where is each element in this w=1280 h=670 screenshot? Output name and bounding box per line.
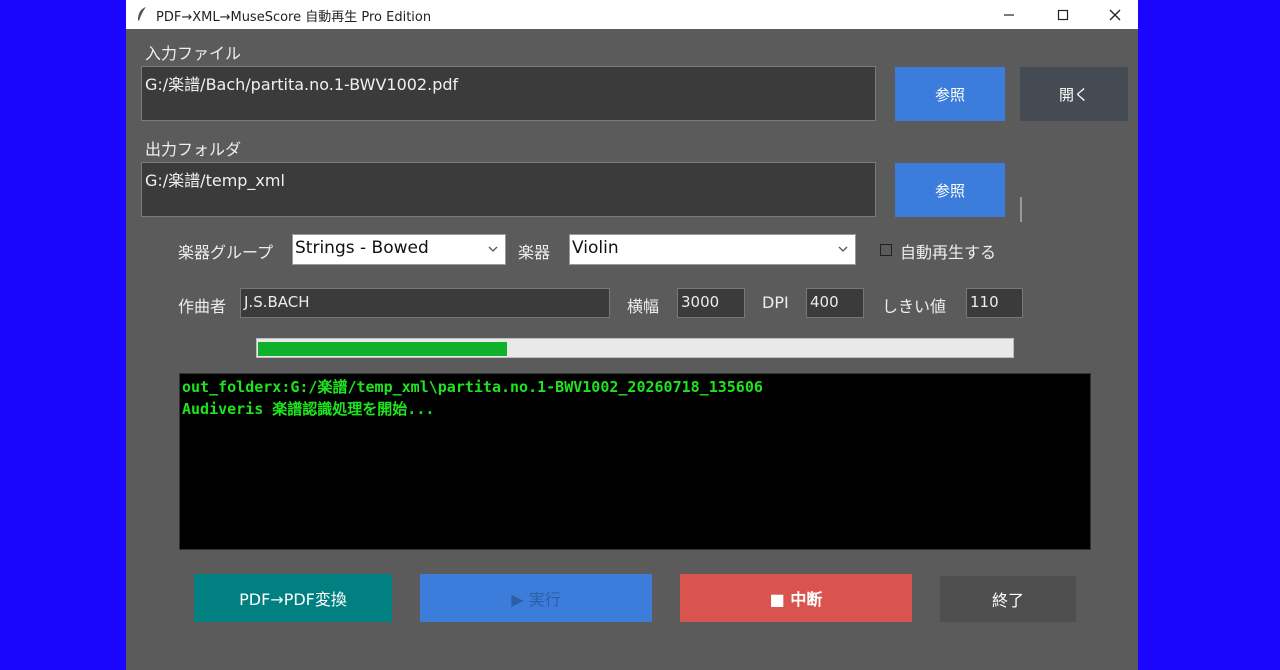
threshold-input[interactable]: 110 — [966, 288, 1023, 318]
close-icon — [1109, 9, 1121, 20]
stop-button[interactable]: ■ 中断 — [680, 574, 912, 622]
minimize-button[interactable] — [986, 0, 1032, 29]
log-console[interactable]: out_folderx:G:/楽譜/temp_xml\partita.no.1-… — [179, 373, 1091, 550]
feather-icon — [136, 6, 148, 22]
pdf-convert-button[interactable]: PDF→PDF変換 — [194, 574, 392, 622]
run-button[interactable]: ▶ 実行 — [420, 574, 652, 622]
width-label: 横幅 — [627, 297, 660, 316]
divider — [1020, 197, 1022, 222]
output-folder-label: 出力フォルダ — [145, 140, 242, 159]
log-line: out_folderx:G:/楽譜/temp_xml\partita.no.1-… — [182, 378, 763, 396]
instrument-label: 楽器 — [518, 243, 551, 262]
dpi-label: DPI — [762, 293, 789, 312]
autoplay-label: 自動再生する — [900, 243, 997, 262]
close-button[interactable] — [1092, 0, 1138, 29]
input-file-field[interactable]: G:/楽譜/Bach/partita.no.1-BWV1002.pdf — [141, 66, 876, 121]
window-title: PDF→XML→MuseScore 自動再生 Pro Edition — [156, 10, 432, 25]
output-folder-field[interactable]: G:/楽譜/temp_xml — [141, 162, 876, 217]
composer-label: 作曲者 — [178, 297, 227, 316]
log-line: Audiveris 楽譜認識処理を開始... — [182, 400, 435, 418]
chevron-down-icon — [838, 246, 848, 252]
progress-bar — [256, 338, 1014, 358]
autoplay-checkbox[interactable] — [880, 244, 892, 256]
output-browse-button[interactable]: 参照 — [895, 163, 1005, 217]
width-input[interactable]: 3000 — [677, 288, 745, 318]
chevron-down-icon — [488, 246, 498, 252]
instrument-select[interactable]: Violin — [569, 234, 856, 265]
composer-input[interactable]: J.S.BACH — [240, 288, 610, 318]
instrument-group-select[interactable]: Strings - Bowed — [292, 234, 506, 265]
open-file-button[interactable]: 開く — [1020, 67, 1128, 121]
progress-fill — [258, 342, 507, 356]
instrument-group-label: 楽器グループ — [178, 243, 274, 262]
minimize-icon — [1004, 13, 1014, 16]
maximize-icon — [1057, 9, 1069, 20]
quit-button[interactable]: 終了 — [940, 576, 1076, 622]
input-browse-button[interactable]: 参照 — [895, 67, 1005, 121]
maximize-button[interactable] — [1040, 0, 1086, 29]
input-file-label: 入力ファイル — [145, 44, 242, 63]
app-window: PDF→XML→MuseScore 自動再生 Pro Edition 入力ファイ… — [126, 0, 1138, 670]
title-bar: PDF→XML→MuseScore 自動再生 Pro Edition — [126, 0, 1138, 29]
instrument-group-value: Strings - Bowed — [295, 238, 429, 258]
threshold-label: しきい値 — [882, 297, 947, 316]
instrument-value: Violin — [572, 238, 619, 258]
dpi-input[interactable]: 400 — [806, 288, 864, 318]
